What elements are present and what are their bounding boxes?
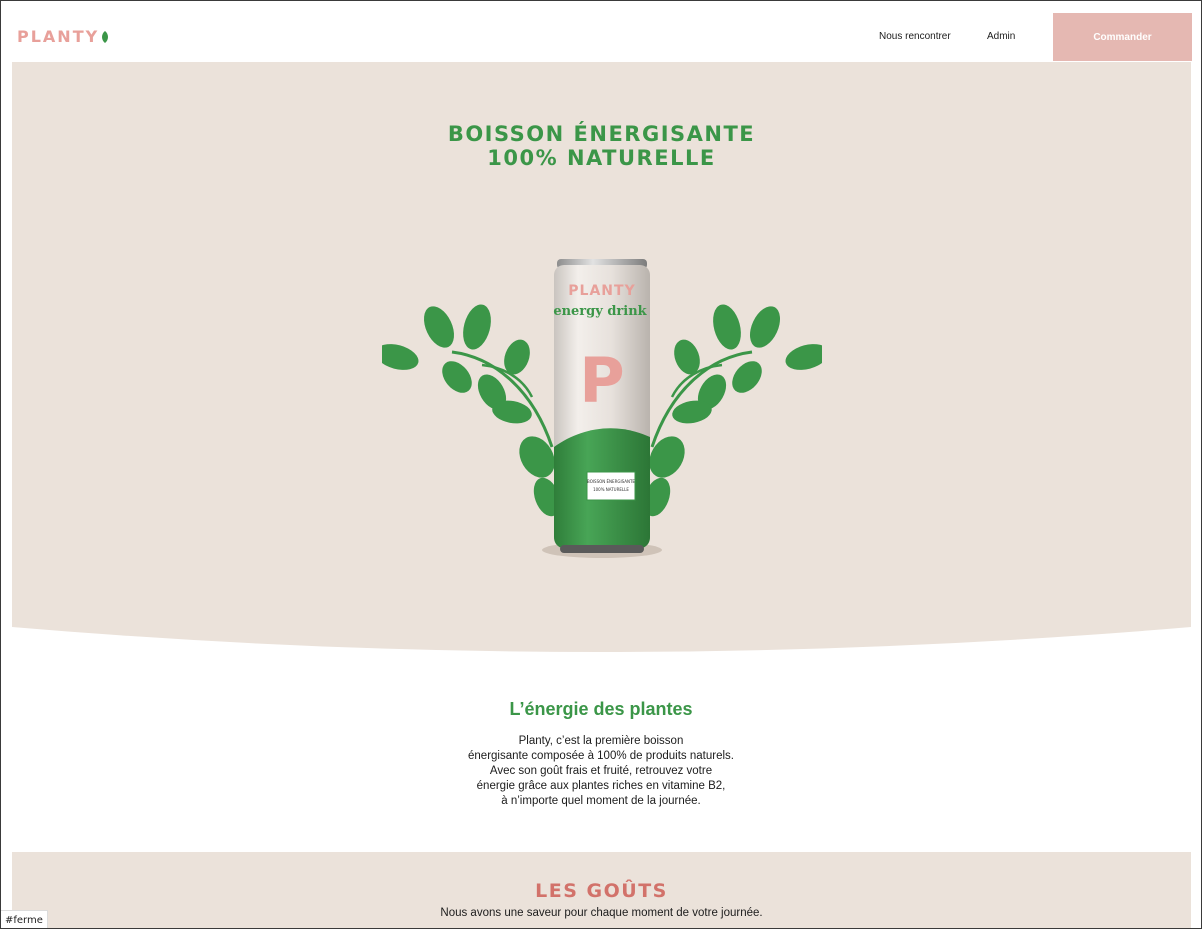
logo-text: PLANTY	[17, 27, 100, 46]
leaf-icon	[102, 31, 109, 43]
hero-illustration: PLANTY energy drink P BOISSON ÉNERGISANT…	[382, 259, 822, 558]
can-illustration: PLANTY energy drink P BOISSON ÉNERGISANT…	[553, 259, 650, 553]
flavors-title: LES GOÛTS	[535, 880, 668, 902]
hero-title-line-1: BOISSON ÉNERGISANTE	[447, 122, 756, 146]
site-header: PLANTY Nous rencontrer Admin Commander	[1, 1, 1201, 61]
about-line: énergie grâce aux plantes riches en vita…	[476, 780, 726, 792]
can-label-line-1: BOISSON ÉNERGISANTE	[587, 479, 635, 484]
logo-link[interactable]: PLANTY	[17, 28, 109, 46]
flavors-subtitle: Nous avons une saveur pour chaque moment…	[440, 907, 763, 919]
about-line: Planty, c’est la première boisson	[518, 735, 684, 747]
nav-link-meet[interactable]: Nous rencontrer	[879, 31, 951, 42]
about-line: à n’importe quel moment de la journée.	[501, 795, 701, 807]
about-description: Planty, c’est la première boisson énergi…	[1, 734, 1201, 809]
right-branch-leaves	[643, 304, 822, 517]
can-subtitle: energy drink	[553, 304, 647, 319]
can-brand: PLANTY	[568, 283, 635, 299]
page-frame: PLANTY Nous rencontrer Admin Commander B…	[0, 0, 1202, 929]
order-button[interactable]: Commander	[1053, 13, 1192, 61]
hero-bottom-curve	[12, 627, 1191, 657]
hero-title-line-2: 100% NATURELLE	[487, 146, 716, 170]
status-bar-url: #ferme	[1, 910, 48, 928]
nav-link-admin[interactable]: Admin	[987, 31, 1015, 42]
can-label-line-2: 100% NATURELLE	[593, 487, 629, 492]
flavors-section: LES GOÛTS Nous avons une saveur pour cha…	[12, 852, 1191, 928]
can-letter: P	[579, 344, 624, 417]
hero-banner: BOISSON ÉNERGISANTE 100% NATURELLE PLANT…	[12, 62, 1191, 657]
about-title: L’énergie des plantes	[509, 699, 693, 719]
left-branch-leaves	[382, 304, 561, 517]
hero-title: BOISSON ÉNERGISANTE 100% NATURELLE	[12, 122, 1191, 170]
about-line: énergisante composée à 100% de produits …	[468, 750, 734, 762]
about-line: Avec son goût frais et fruité, retrouvez…	[489, 765, 713, 777]
